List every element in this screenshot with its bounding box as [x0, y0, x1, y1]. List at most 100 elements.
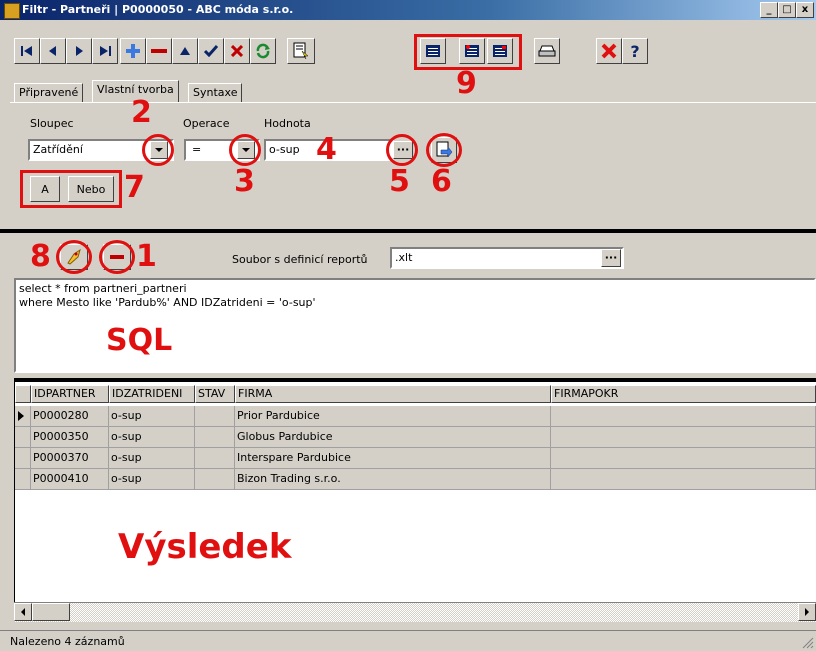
check-icon: [204, 45, 218, 57]
table-cell[interactable]: [551, 427, 816, 448]
title-bar: Filtr - Partneři | P0000050 - ABC móda s…: [0, 0, 816, 20]
close-filter-button[interactable]: [596, 38, 622, 64]
grid-corner: [15, 385, 31, 403]
prev-record-icon: [49, 46, 56, 56]
annotation-box-7: [20, 170, 122, 208]
grid-header-stav[interactable]: STAV: [195, 385, 235, 403]
close-red-icon: [601, 43, 617, 59]
document-pointer-icon: [293, 42, 309, 60]
grid-header-firma[interactable]: FIRMA: [235, 385, 551, 403]
scroll-right-button[interactable]: [798, 603, 816, 621]
annotation-circle-8: [56, 240, 92, 274]
printer-icon: [538, 45, 556, 57]
table-cell[interactable]: Prior Pardubice: [235, 406, 551, 427]
annotation-circle-5: [386, 134, 418, 166]
table-cell[interactable]: [195, 427, 235, 448]
table-cell[interactable]: P0000280: [31, 406, 109, 427]
close-button[interactable]: x: [796, 2, 814, 18]
prev-record-button[interactable]: [40, 38, 66, 64]
table-cell[interactable]: P0000370: [31, 448, 109, 469]
splitter-bar[interactable]: [0, 229, 816, 233]
tab-syntaxe[interactable]: Syntaxe: [188, 83, 243, 103]
minus-icon: [151, 49, 167, 53]
cross-icon: [231, 45, 243, 57]
ellipsis-icon: ···: [604, 251, 618, 264]
help-button[interactable]: ?: [622, 38, 648, 64]
sql-editor[interactable]: select * from partneri_partneri where Me…: [14, 278, 816, 373]
annotation-2: 2: [131, 95, 152, 130]
grid-header-idzatrideni[interactable]: IDZATRIDENI: [109, 385, 195, 403]
column-select-value: Zatřídění: [33, 143, 83, 156]
sql-line-1: select * from partneri_partneri: [19, 282, 187, 295]
annotation-3: 3: [234, 164, 255, 199]
report-browse-button[interactable]: ···: [601, 249, 621, 267]
annotation-circle-3: [229, 134, 261, 166]
annotation-7: 7: [124, 170, 145, 205]
table-cell[interactable]: P0000350: [31, 427, 109, 448]
table-cell[interactable]: P0000410: [31, 469, 109, 490]
column-label: Sloupec: [30, 117, 74, 130]
annotation-sql: SQL: [106, 323, 173, 358]
table-cell[interactable]: [551, 448, 816, 469]
scroll-left-button[interactable]: [14, 603, 32, 621]
table-cell[interactable]: Interspare Pardubice: [235, 448, 551, 469]
table-cell[interactable]: Globus Pardubice: [235, 427, 551, 448]
first-record-icon: [21, 46, 32, 56]
add-record-button[interactable]: [120, 38, 146, 64]
print-button[interactable]: [534, 38, 560, 64]
current-row-arrow-icon: [18, 411, 24, 421]
refresh-button[interactable]: [250, 38, 276, 64]
annotation-circle-1: [99, 240, 135, 274]
grid-header-firmapokr[interactable]: FIRMAPOKR: [551, 385, 816, 403]
operation-label: Operace: [183, 117, 230, 130]
annotation-1: 1: [136, 239, 157, 274]
value-label: Hodnota: [264, 117, 311, 130]
annotation-circle-2: [142, 134, 174, 166]
annotation-circle-6: [426, 133, 462, 167]
horizontal-scrollbar[interactable]: [14, 602, 816, 622]
annotation-5: 5: [389, 164, 410, 199]
value-input-text: o-sup: [269, 143, 300, 156]
annotation-4: 4: [316, 132, 337, 167]
row-indicator[interactable]: [15, 406, 31, 427]
first-record-button[interactable]: [14, 38, 40, 64]
row-indicator[interactable]: [15, 427, 31, 448]
scroll-thumb[interactable]: [32, 603, 70, 621]
arrow-left-icon: [21, 608, 25, 616]
window-title: Filtr - Partneři | P0000050 - ABC móda s…: [22, 3, 294, 16]
table-cell[interactable]: [551, 406, 816, 427]
report-file-value: .xlt: [395, 251, 413, 264]
table-cell[interactable]: [551, 469, 816, 490]
delete-record-button[interactable]: [146, 38, 172, 64]
table-cell[interactable]: [195, 469, 235, 490]
refresh-icon: [256, 43, 270, 59]
maximize-button[interactable]: □: [778, 2, 796, 18]
status-bar: Nalezeno 4 záznamů: [0, 630, 816, 651]
table-cell[interactable]: o-sup: [109, 406, 195, 427]
tab-pripravene[interactable]: Připravené: [14, 83, 84, 103]
annotation-9: 9: [456, 66, 477, 101]
annotation-box-9: [414, 34, 522, 70]
resize-grip-icon[interactable]: [800, 635, 814, 649]
confirm-button[interactable]: [198, 38, 224, 64]
table-cell[interactable]: o-sup: [109, 469, 195, 490]
table-cell[interactable]: [195, 406, 235, 427]
table-cell[interactable]: o-sup: [109, 448, 195, 469]
annotation-6: 6: [431, 164, 452, 199]
sql-line-2: where Mesto like 'Pardub%' AND IDZatride…: [19, 296, 316, 309]
report-file-input[interactable]: .xlt: [390, 247, 624, 269]
export-button[interactable]: [287, 38, 315, 64]
edit-record-button[interactable]: [172, 38, 198, 64]
minimize-button[interactable]: _: [760, 2, 778, 18]
row-indicator[interactable]: [15, 448, 31, 469]
last-record-icon: [100, 46, 111, 56]
row-indicator[interactable]: [15, 469, 31, 490]
table-cell[interactable]: Bizon Trading s.r.o.: [235, 469, 551, 490]
grid-header-idpartner[interactable]: IDPARTNER: [31, 385, 109, 403]
last-record-button[interactable]: [92, 38, 118, 64]
arrow-right-icon: [805, 608, 809, 616]
next-record-button[interactable]: [66, 38, 92, 64]
table-cell[interactable]: o-sup: [109, 427, 195, 448]
table-cell[interactable]: [195, 448, 235, 469]
cancel-edit-button[interactable]: [224, 38, 250, 64]
